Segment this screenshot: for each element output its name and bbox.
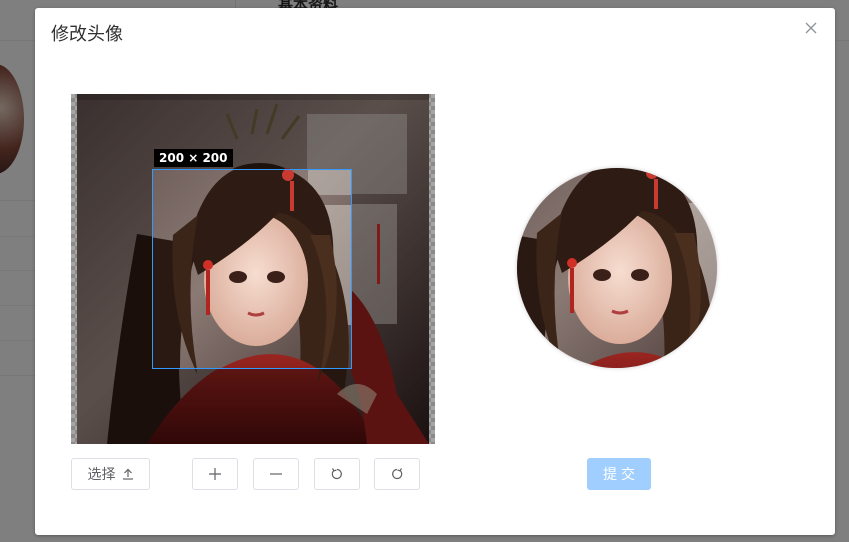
plus-icon <box>208 467 222 481</box>
rotate-left-button[interactable] <box>314 458 360 490</box>
crop-frame[interactable] <box>152 169 352 369</box>
zoom-in-button[interactable] <box>192 458 238 490</box>
close-icon[interactable] <box>803 20 819 36</box>
crop-frame-image <box>153 170 351 368</box>
dialog-title: 修改头像 <box>51 24 123 45</box>
zoom-out-button[interactable] <box>253 458 299 490</box>
select-image-button[interactable]: 选择 <box>71 458 150 490</box>
upload-icon <box>122 468 134 480</box>
rotate-left-icon <box>330 467 344 481</box>
crop-size-label: 200 × 200 <box>154 149 233 167</box>
image-cropper[interactable]: 200 × 200 <box>71 94 435 444</box>
avatar-preview <box>517 168 717 368</box>
select-button-label: 选择 <box>87 467 116 483</box>
rotate-right-button[interactable] <box>374 458 420 490</box>
edit-avatar-dialog: 修改头像 200 × 200 选择 提交 <box>35 8 835 535</box>
rotate-right-icon <box>390 467 404 481</box>
submit-button[interactable]: 提交 <box>587 458 651 490</box>
minus-icon <box>269 467 283 481</box>
